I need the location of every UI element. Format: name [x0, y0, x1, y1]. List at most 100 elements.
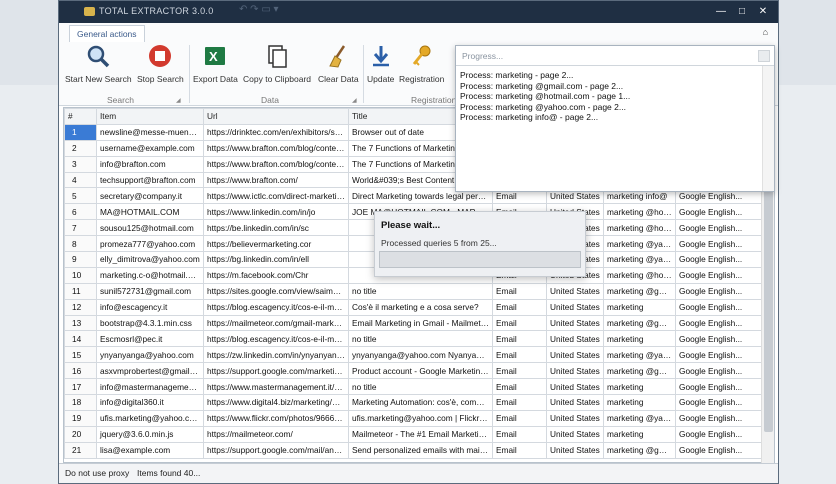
row-number[interactable]: 14	[64, 330, 97, 348]
query-cell[interactable]: marketing @hotm...	[603, 203, 676, 221]
item-cell[interactable]: sousou125@hotmail.com	[96, 219, 204, 237]
item-cell[interactable]: marketing.c-o@hotmail.com	[96, 266, 204, 284]
url-cell[interactable]: https://be.linkedin.com/in/sc	[203, 219, 349, 237]
type-cell[interactable]: Email	[492, 282, 547, 300]
row-number[interactable]: 9	[64, 251, 97, 268]
column-header-number[interactable]: #	[64, 108, 97, 125]
country-cell[interactable]: United States	[546, 346, 604, 364]
title-cell[interactable]: Email Marketing in Gmail - Mailmeteor	[348, 314, 493, 332]
title-cell[interactable]: Marketing Automation: cos'è, come fu...	[348, 394, 493, 411]
url-cell[interactable]: https://www.brafton.com/	[203, 171, 349, 189]
row-number[interactable]: 13	[64, 314, 97, 332]
row-number[interactable]: 6	[64, 203, 97, 221]
country-cell[interactable]: United States	[546, 409, 604, 427]
item-cell[interactable]: lisa@example.com	[96, 441, 204, 459]
item-cell[interactable]: bootstrap@4.3.1.min.css	[96, 314, 204, 332]
copy-to-clipboard-button[interactable]: Copy to Clipboard	[243, 43, 311, 84]
query-cell[interactable]: marketing @gmai...	[603, 441, 676, 459]
item-cell[interactable]: jquery@3.6.0.min.js	[96, 425, 204, 443]
country-cell[interactable]: United States	[546, 441, 604, 459]
url-cell[interactable]: https://support.google.com/marketing...	[203, 362, 349, 380]
query-cell[interactable]: marketing @hotm...	[603, 219, 676, 237]
item-cell[interactable]: MA@HOTMAIL.COM	[96, 203, 204, 221]
item-cell[interactable]: promeza777@yahoo.com	[96, 235, 204, 253]
row-number[interactable]: 5	[64, 187, 97, 205]
country-cell[interactable]: United States	[546, 394, 604, 411]
dialog-launcher-icon[interactable]: ◢	[176, 97, 181, 104]
item-cell[interactable]: username@example.com	[96, 139, 204, 157]
query-cell[interactable]: marketing @hotm...	[603, 266, 676, 284]
type-cell[interactable]: Email	[492, 441, 547, 459]
url-cell[interactable]: https://www.brafton.com/blog/conten...	[203, 155, 349, 173]
stop-search-button[interactable]: Stop Search	[137, 43, 184, 84]
type-cell[interactable]: Email	[492, 425, 547, 443]
item-cell[interactable]: info@mastermanagement.it	[96, 378, 204, 396]
row-number[interactable]: 3	[64, 155, 97, 173]
table-row[interactable]: 18 info@digital360.it https://www.digital4…	[64, 394, 774, 411]
country-cell[interactable]: United States	[546, 298, 604, 316]
table-row[interactable]: 12 info@escagency.it https://blog.escagenc…	[64, 298, 774, 316]
query-cell[interactable]: marketing @yaho...	[603, 409, 676, 427]
table-row[interactable]: 19 ufis.marketing@yahoo.com https://www.fl…	[64, 409, 774, 427]
country-cell[interactable]: United States	[546, 330, 604, 348]
row-number[interactable]: 21	[64, 441, 97, 459]
url-cell[interactable]: https://drinktec.com/en/exhibitors/sta..…	[203, 123, 349, 141]
query-cell[interactable]: marketing	[603, 330, 676, 348]
title-cell[interactable]: no title	[348, 330, 493, 348]
title-cell[interactable]: Product account - Google Marketing P...	[348, 362, 493, 380]
table-row[interactable]: 11 sunil572731@gmail.com https://sites.goo…	[64, 282, 774, 300]
table-row[interactable]: 17 info@mastermanagement.it https://www.ma…	[64, 378, 774, 396]
title-cell[interactable]: no title	[348, 378, 493, 396]
item-cell[interactable]: info@escagency.it	[96, 298, 204, 316]
item-cell[interactable]: asxvmprobertest@gmail.com	[96, 362, 204, 380]
country-cell[interactable]: United States	[546, 362, 604, 380]
url-cell[interactable]: https://mailmeteor.com/	[203, 425, 349, 443]
type-cell[interactable]: Email	[492, 314, 547, 332]
row-number[interactable]: 7	[64, 219, 97, 237]
table-row[interactable]: 14 Escmosrl@pec.it https://blog.escagency.…	[64, 330, 774, 348]
url-cell[interactable]: https://zw.linkedin.com/in/ynyanyang...	[203, 346, 349, 364]
type-cell[interactable]: Email	[492, 330, 547, 348]
item-cell[interactable]: sunil572731@gmail.com	[96, 282, 204, 300]
progress-close-button[interactable]	[758, 50, 770, 62]
table-row[interactable]: 15 ynyanyanga@yahoo.com https://zw.linkedi…	[64, 346, 774, 364]
dialog-launcher-icon[interactable]: ◢	[352, 97, 357, 104]
clear-data-button[interactable]: Clear Data	[318, 43, 359, 84]
query-cell[interactable]: marketing @gmai...	[603, 314, 676, 332]
url-cell[interactable]: https://sites.google.com/view/saimark...	[203, 282, 349, 300]
item-cell[interactable]: elly_dimitrova@yahoo.com	[96, 251, 204, 268]
item-cell[interactable]: ynyanyanga@yahoo.com	[96, 346, 204, 364]
country-cell[interactable]: United States	[546, 314, 604, 332]
row-number[interactable]: 4	[64, 171, 97, 189]
title-cell[interactable]: Send personalized emails with mail mer..…	[348, 441, 493, 459]
url-cell[interactable]: https://www.digital4.biz/marketing/ma...	[203, 394, 349, 411]
item-cell[interactable]: Escmosrl@pec.it	[96, 330, 204, 348]
country-cell[interactable]: United States	[546, 425, 604, 443]
row-number[interactable]: 11	[64, 282, 97, 300]
row-number[interactable]: 1	[64, 123, 97, 141]
table-row[interactable]: 21 lisa@example.com https://support.google…	[64, 441, 774, 459]
row-number[interactable]: 20	[64, 425, 97, 443]
query-cell[interactable]: marketing	[603, 425, 676, 443]
type-cell[interactable]: Email	[492, 394, 547, 411]
url-cell[interactable]: https://believermarketing.cor	[203, 235, 349, 253]
type-cell[interactable]: Email	[492, 378, 547, 396]
close-button[interactable]: ✕	[756, 5, 770, 19]
start-new-search-button[interactable]: Start New Search	[65, 43, 132, 84]
row-number[interactable]: 10	[64, 266, 97, 284]
table-row[interactable]: 13 bootstrap@4.3.1.min.css https://mailmet…	[64, 314, 774, 332]
item-cell[interactable]: info@digital360.it	[96, 394, 204, 411]
query-cell[interactable]: marketing	[603, 394, 676, 411]
url-cell[interactable]: https://blog.escagency.it/cos-e-il-mark.…	[203, 330, 349, 348]
title-cell[interactable]: ufis.marketing@yahoo.com | Flickr - sni.…	[348, 409, 493, 427]
row-number[interactable]: 19	[64, 409, 97, 427]
row-number[interactable]: 16	[64, 362, 97, 380]
type-cell[interactable]: Email	[492, 409, 547, 427]
query-cell[interactable]: marketing @yaho...	[603, 251, 676, 268]
tab-general-actions[interactable]: General actions	[69, 25, 145, 42]
export-data-button[interactable]: X Export Data	[193, 43, 238, 84]
url-cell[interactable]: https://www.mastermanagement.it/ma...	[203, 378, 349, 396]
column-header-item[interactable]: Item	[96, 108, 204, 125]
query-cell[interactable]: marketing @yaho...	[603, 235, 676, 253]
url-cell[interactable]: https://support.google.com/mail/answ...	[203, 441, 349, 459]
